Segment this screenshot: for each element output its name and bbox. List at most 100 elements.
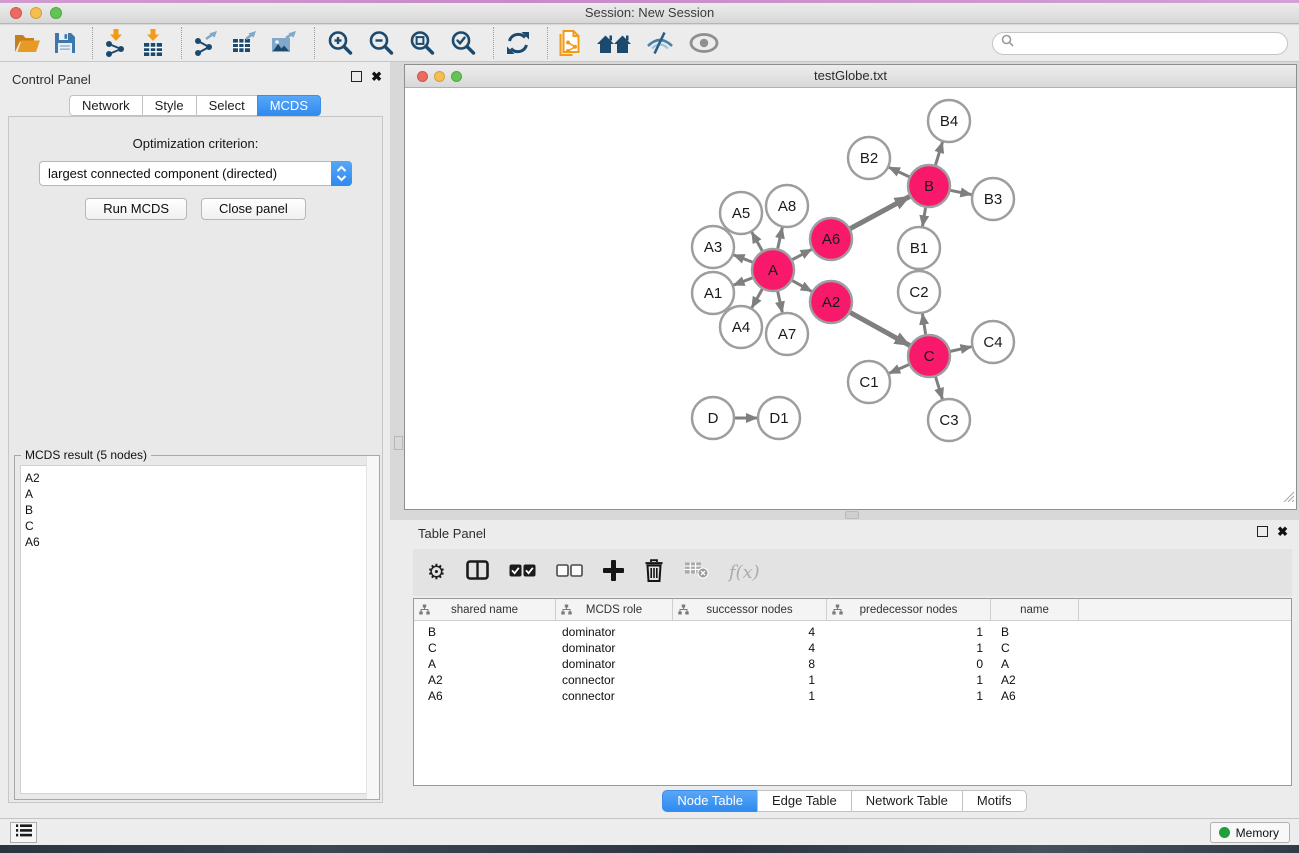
result-item[interactable]: A <box>21 486 374 502</box>
cell-shared-name[interactable]: C <box>414 641 556 655</box>
table-row[interactable]: A2connector11A2 <box>414 672 1291 688</box>
network-canvas[interactable]: B4B2BB3A8A5A6A3B1AC2A1A2A4A7C4CC1DD1C3 <box>406 89 1295 508</box>
column-header-mcds-role[interactable]: MCDS role <box>556 599 673 620</box>
toggle-birds-eye-view-icon[interactable] <box>688 26 720 60</box>
table-row[interactable]: Adominator80A <box>414 656 1291 672</box>
zoom-out-icon[interactable] <box>367 26 395 60</box>
tab-network[interactable]: Network <box>69 95 142 116</box>
refresh-icon[interactable] <box>505 26 531 60</box>
graph-node-B2[interactable]: B2 <box>848 137 890 179</box>
close-panel-button[interactable]: Close panel <box>201 198 306 220</box>
cell-predecessor-nodes[interactable]: 1 <box>827 641 991 655</box>
tab-node-table[interactable]: Node Table <box>662 790 757 812</box>
cell-name[interactable]: A2 <box>991 673 1079 687</box>
graph-node-D[interactable]: D <box>692 397 734 439</box>
cell-name[interactable]: A6 <box>991 689 1079 703</box>
cell-shared-name[interactable]: A6 <box>414 689 556 703</box>
column-header-name[interactable]: name <box>991 599 1079 620</box>
function-builder-icon[interactable]: f(x) <box>729 562 760 583</box>
close-table-panel-icon[interactable]: ✖ <box>1277 526 1288 537</box>
cell-successor-nodes[interactable]: 8 <box>673 657 827 671</box>
search-field[interactable] <box>992 32 1288 55</box>
float-panel-icon[interactable] <box>351 71 362 82</box>
export-table-icon[interactable] <box>232 26 258 60</box>
task-history-button[interactable] <box>10 822 37 843</box>
graph-node-A6[interactable]: A6 <box>810 218 852 260</box>
close-panel-icon[interactable]: ✖ <box>371 71 382 82</box>
graph-edge-C-C3[interactable] <box>935 376 942 399</box>
graph-edge-A-A1[interactable] <box>734 278 754 286</box>
graph-node-B4[interactable]: B4 <box>928 100 970 142</box>
open-folder-icon[interactable] <box>14 26 41 60</box>
deselect-all-checkboxes-icon[interactable] <box>556 564 583 582</box>
cell-predecessor-nodes[interactable]: 1 <box>827 673 991 687</box>
zoom-fit-icon[interactable] <box>408 26 436 60</box>
tab-edge-table[interactable]: Edge Table <box>757 790 851 812</box>
graph-node-A5[interactable]: A5 <box>720 192 762 234</box>
save-session-icon[interactable] <box>54 26 76 60</box>
graph-edge-B-B2[interactable] <box>889 167 910 177</box>
graph-edge-B-B3[interactable] <box>950 190 972 194</box>
result-item[interactable]: B <box>21 502 374 518</box>
result-item[interactable]: A2 <box>21 470 374 486</box>
vertical-split-handle[interactable] <box>394 436 403 450</box>
table-row[interactable]: A6connector11A6 <box>414 688 1291 704</box>
horizontal-split-handle[interactable] <box>845 511 859 519</box>
graph-edge-A-A5[interactable] <box>752 232 763 252</box>
graph-node-B[interactable]: B <box>908 165 950 207</box>
graph-node-C2[interactable]: C2 <box>898 271 940 313</box>
cell-mcds-role[interactable]: dominator <box>556 641 673 655</box>
cell-predecessor-nodes[interactable]: 0 <box>827 657 991 671</box>
tab-mcds[interactable]: MCDS <box>257 95 321 116</box>
select-all-checkboxes-icon[interactable] <box>509 564 536 582</box>
graph-edge-A-A2[interactable] <box>791 280 811 291</box>
cell-successor-nodes[interactable]: 1 <box>673 689 827 703</box>
search-input[interactable] <box>1019 33 1287 54</box>
result-item[interactable]: C <box>21 518 374 534</box>
cell-predecessor-nodes[interactable]: 1 <box>827 625 991 639</box>
graph-node-A8[interactable]: A8 <box>766 185 808 227</box>
graph-edge-A-A4[interactable] <box>752 288 763 308</box>
graph-edge-C-C2[interactable] <box>922 314 925 336</box>
tab-network-table[interactable]: Network Table <box>851 790 962 812</box>
graph-node-B3[interactable]: B3 <box>972 178 1014 220</box>
graph-node-A3[interactable]: A3 <box>692 226 734 268</box>
cell-mcds-role[interactable]: dominator <box>556 625 673 639</box>
graph-edge-B-B4[interactable] <box>935 142 942 166</box>
graph-node-A1[interactable]: A1 <box>692 272 734 314</box>
delete-column-icon[interactable] <box>644 559 664 587</box>
graph-node-C4[interactable]: C4 <box>972 321 1014 363</box>
result-item[interactable]: A6 <box>21 534 374 550</box>
graph-edge-C-C4[interactable] <box>950 347 972 352</box>
memory-button[interactable]: Memory <box>1210 822 1290 843</box>
import-table-icon[interactable] <box>141 26 165 60</box>
column-selector-icon[interactable] <box>466 560 489 585</box>
column-header-successor-nodes[interactable]: successor nodes <box>673 599 827 620</box>
add-column-icon[interactable] <box>603 560 624 586</box>
graph-edge-A2-C[interactable] <box>849 312 909 345</box>
cell-successor-nodes[interactable]: 4 <box>673 625 827 639</box>
cell-shared-name[interactable]: A <box>414 657 556 671</box>
graph-node-A4[interactable]: A4 <box>720 306 762 348</box>
cell-mcds-role[interactable]: connector <box>556 689 673 703</box>
cell-successor-nodes[interactable]: 4 <box>673 641 827 655</box>
zoom-in-icon[interactable] <box>326 26 354 60</box>
import-network-icon[interactable] <box>104 26 128 60</box>
open-session-home-icon[interactable] <box>596 26 632 60</box>
column-header-shared-name[interactable]: shared name <box>414 599 556 620</box>
export-image-icon[interactable] <box>271 26 298 60</box>
tab-style[interactable]: Style <box>142 95 196 116</box>
cell-mcds-role[interactable]: connector <box>556 673 673 687</box>
graph-edge-A-A6[interactable] <box>792 249 812 260</box>
graph-edge-A-A8[interactable] <box>778 228 783 250</box>
cell-predecessor-nodes[interactable]: 1 <box>827 689 991 703</box>
export-network-icon[interactable] <box>193 26 219 60</box>
graph-edge-A6-B[interactable] <box>850 197 910 230</box>
graph-node-C1[interactable]: C1 <box>848 361 890 403</box>
table-row[interactable]: Cdominator41C <box>414 640 1291 656</box>
graph-edge-A-A7[interactable] <box>778 291 783 313</box>
graph-node-A[interactable]: A <box>752 249 794 291</box>
new-network-from-selection-icon[interactable] <box>559 26 583 60</box>
result-scrollbar[interactable] <box>366 456 379 799</box>
cell-name[interactable]: C <box>991 641 1079 655</box>
